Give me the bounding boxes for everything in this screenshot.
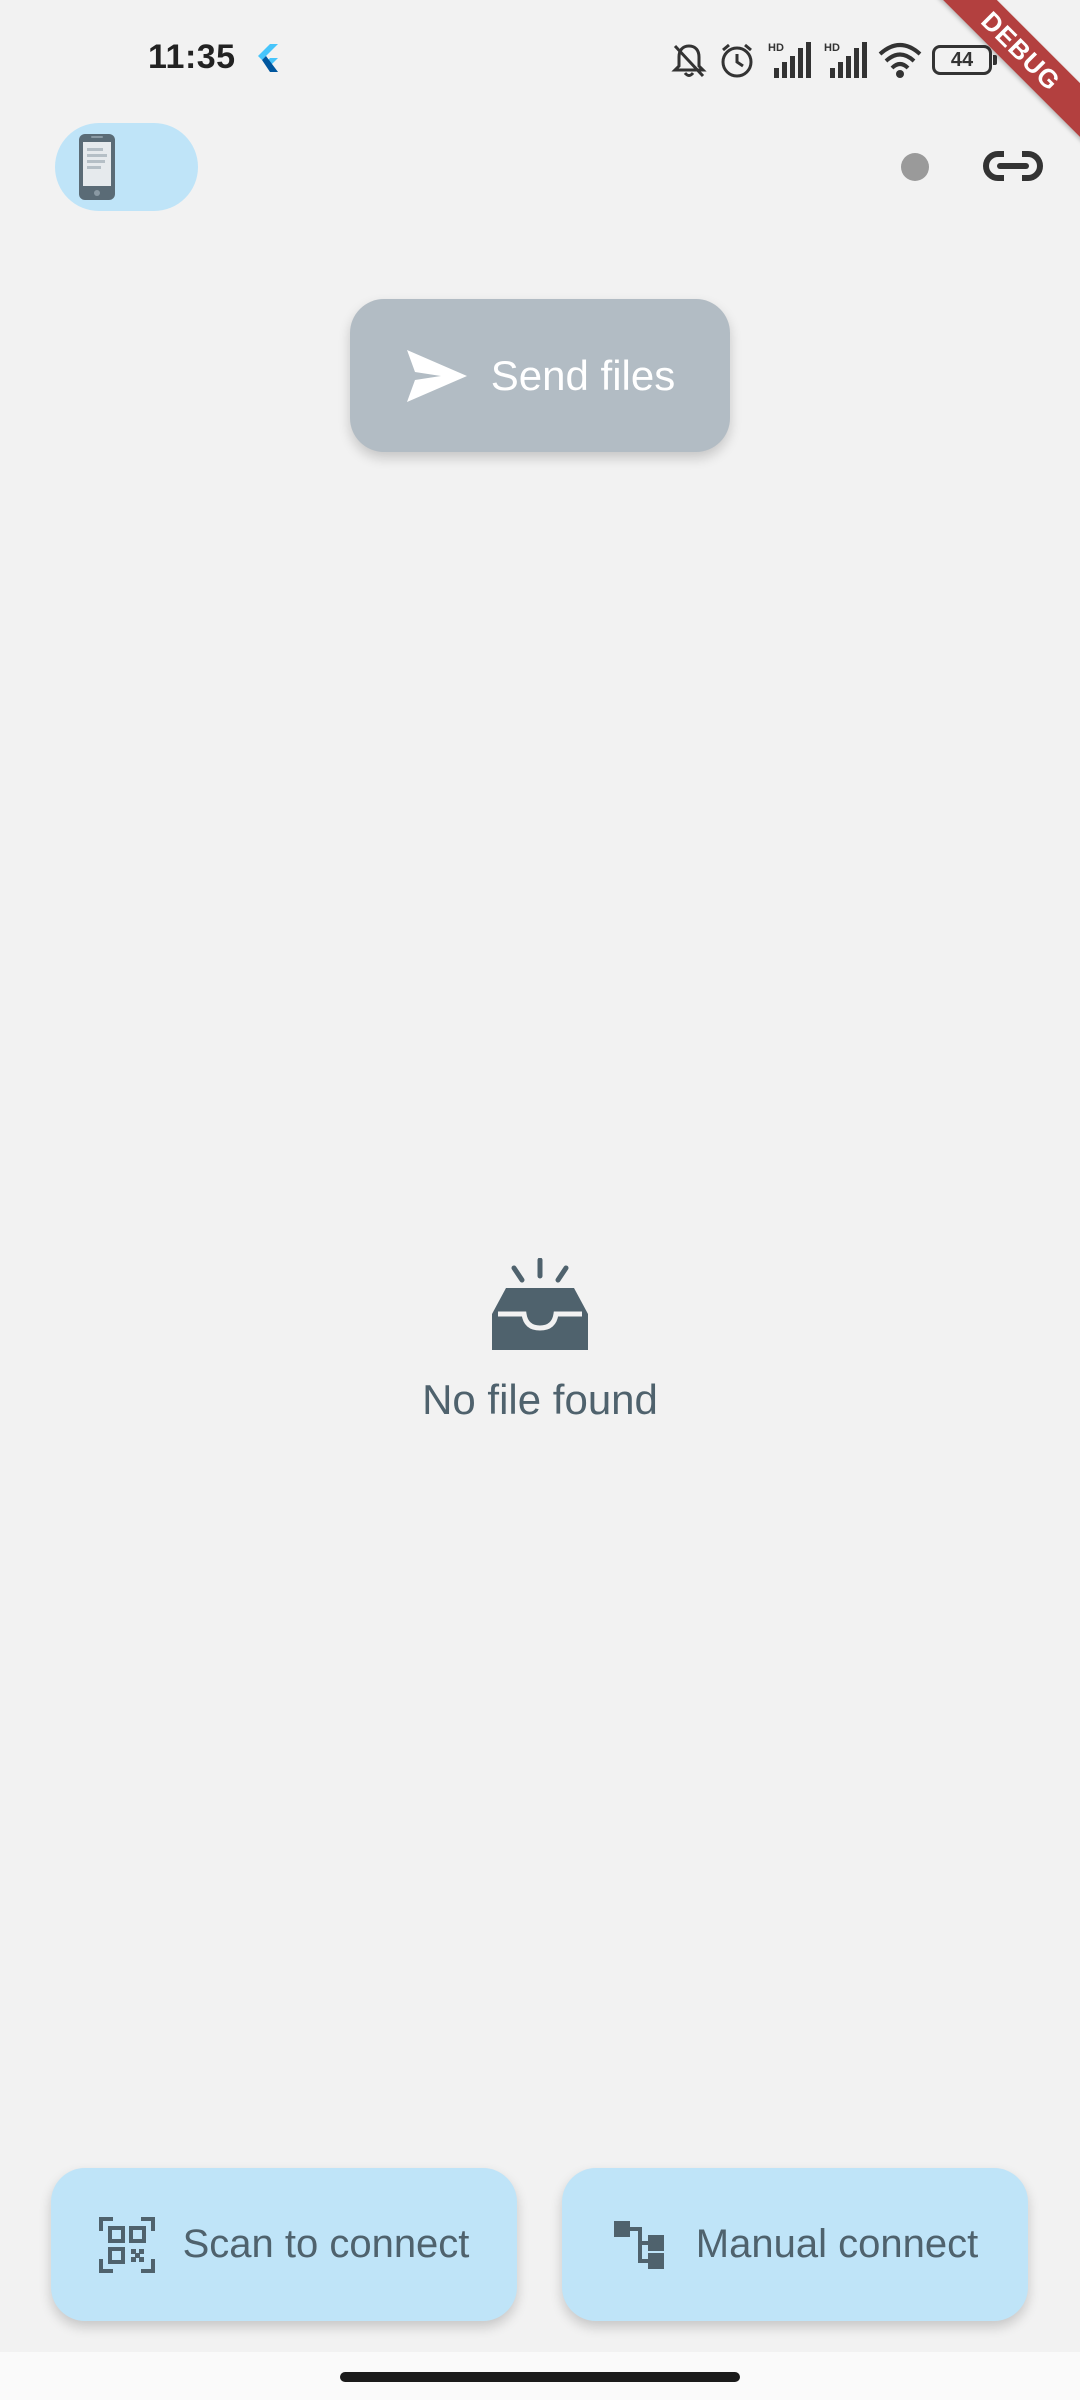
svg-text:HD: HD (768, 42, 784, 54)
scan-to-connect-button[interactable]: Scan to connect (51, 2168, 517, 2321)
wifi-icon (878, 43, 922, 78)
qr-scan-icon (98, 2216, 155, 2273)
manual-connect-label: Manual connect (695, 2222, 979, 2266)
alarm-icon (721, 43, 753, 78)
send-icon (406, 349, 467, 402)
status-bar: 11:35 HD HD 44 (0, 0, 1080, 120)
status-time: 11:35 (148, 38, 236, 76)
signal-hd-icon: HD (768, 42, 811, 78)
flutter-icon (258, 44, 278, 72)
phone-icon (79, 134, 115, 200)
battery-icon: 44 (932, 45, 997, 75)
manual-connect-button[interactable]: Manual connect (562, 2168, 1028, 2321)
svg-text:HD: HD (824, 42, 840, 54)
device-toggle-button[interactable] (55, 123, 198, 211)
home-indicator[interactable] (340, 2372, 740, 2382)
inbox-icon (492, 1258, 588, 1350)
signal-hd-icon: HD (824, 42, 867, 78)
send-files-label: Send files (490, 351, 676, 399)
empty-state-message: No file found (422, 1376, 658, 1423)
hierarchy-icon (613, 2220, 664, 2269)
link-icon[interactable] (982, 141, 1044, 191)
send-files-button[interactable]: Send files (350, 299, 730, 452)
connection-status-dot (901, 153, 929, 181)
empty-state: No file found (0, 1258, 1080, 1424)
bell-off-icon (671, 44, 707, 78)
scan-to-connect-label: Scan to connect (182, 2222, 470, 2266)
battery-level: 44 (950, 48, 974, 71)
status-icons: HD HD 44 (670, 36, 997, 84)
